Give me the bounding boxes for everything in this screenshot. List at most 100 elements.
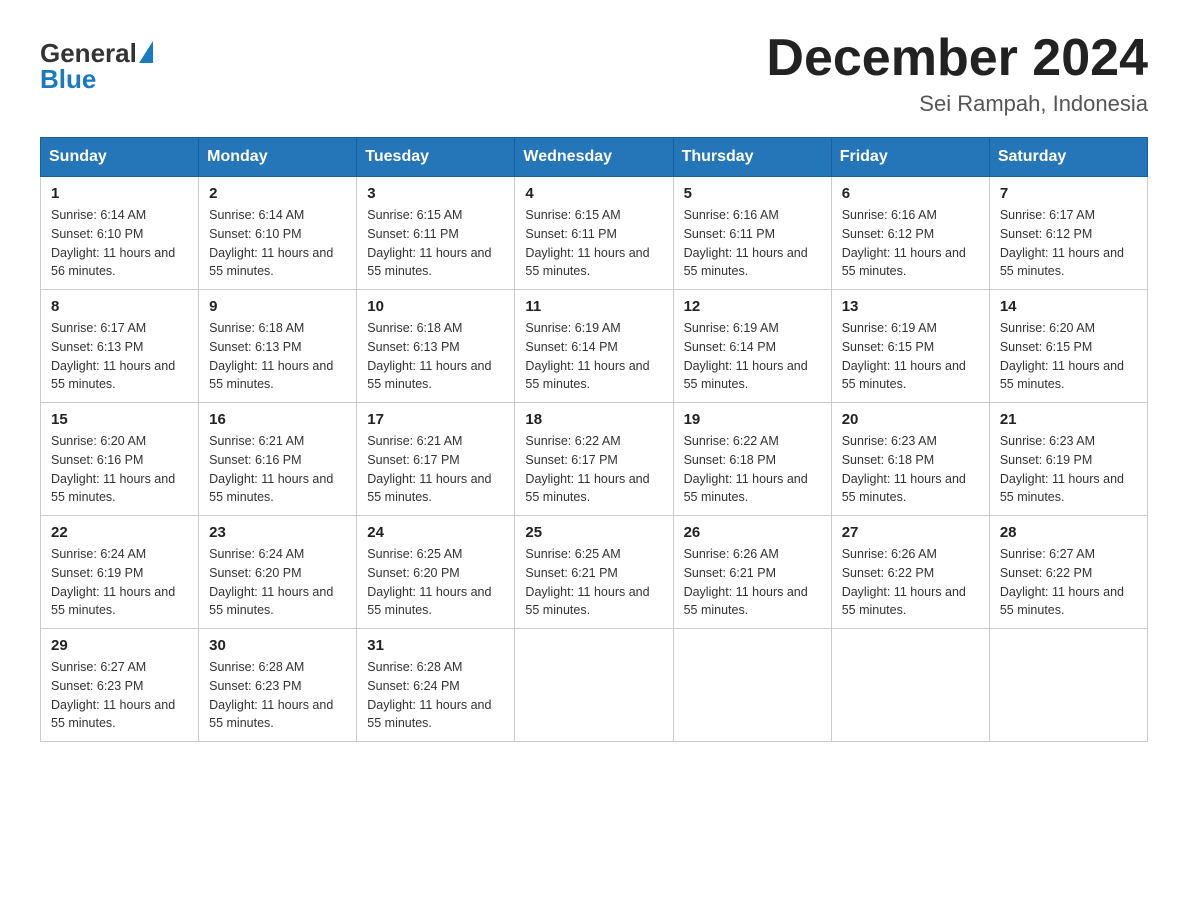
calendar-table: Sunday Monday Tuesday Wednesday Thursday…	[40, 137, 1148, 742]
day-number: 17	[367, 411, 504, 428]
day-info: Sunrise: 6:23 AMSunset: 6:18 PMDaylight:…	[842, 432, 979, 507]
header-monday: Monday	[199, 138, 357, 177]
day-number: 6	[842, 185, 979, 202]
calendar-cell: 28 Sunrise: 6:27 AMSunset: 6:22 PMDaylig…	[989, 516, 1147, 629]
weekday-header-row: Sunday Monday Tuesday Wednesday Thursday…	[41, 138, 1148, 177]
day-number: 10	[367, 298, 504, 315]
logo-blue-text: Blue	[40, 66, 153, 92]
logo: General Blue	[40, 40, 153, 92]
day-number: 5	[684, 185, 821, 202]
calendar-cell: 5 Sunrise: 6:16 AMSunset: 6:11 PMDayligh…	[673, 177, 831, 290]
calendar-cell: 11 Sunrise: 6:19 AMSunset: 6:14 PMDaylig…	[515, 290, 673, 403]
week-row-5: 29 Sunrise: 6:27 AMSunset: 6:23 PMDaylig…	[41, 629, 1148, 742]
day-info: Sunrise: 6:18 AMSunset: 6:13 PMDaylight:…	[367, 319, 504, 394]
page-header: General Blue December 2024 Sei Rampah, I…	[40, 30, 1148, 117]
logo-triangle-icon	[139, 41, 153, 63]
day-info: Sunrise: 6:28 AMSunset: 6:23 PMDaylight:…	[209, 658, 346, 733]
week-row-1: 1 Sunrise: 6:14 AMSunset: 6:10 PMDayligh…	[41, 177, 1148, 290]
calendar-cell: 16 Sunrise: 6:21 AMSunset: 6:16 PMDaylig…	[199, 403, 357, 516]
day-number: 16	[209, 411, 346, 428]
day-number: 19	[684, 411, 821, 428]
month-year-title: December 2024	[766, 30, 1148, 87]
day-info: Sunrise: 6:18 AMSunset: 6:13 PMDaylight:…	[209, 319, 346, 394]
calendar-cell: 26 Sunrise: 6:26 AMSunset: 6:21 PMDaylig…	[673, 516, 831, 629]
calendar-cell: 17 Sunrise: 6:21 AMSunset: 6:17 PMDaylig…	[357, 403, 515, 516]
calendar-cell: 10 Sunrise: 6:18 AMSunset: 6:13 PMDaylig…	[357, 290, 515, 403]
calendar-cell	[673, 629, 831, 742]
day-info: Sunrise: 6:27 AMSunset: 6:23 PMDaylight:…	[51, 658, 188, 733]
day-number: 2	[209, 185, 346, 202]
calendar-cell: 13 Sunrise: 6:19 AMSunset: 6:15 PMDaylig…	[831, 290, 989, 403]
calendar-cell: 3 Sunrise: 6:15 AMSunset: 6:11 PMDayligh…	[357, 177, 515, 290]
header-wednesday: Wednesday	[515, 138, 673, 177]
calendar-cell: 21 Sunrise: 6:23 AMSunset: 6:19 PMDaylig…	[989, 403, 1147, 516]
day-info: Sunrise: 6:21 AMSunset: 6:17 PMDaylight:…	[367, 432, 504, 507]
logo-general-text: General	[40, 40, 137, 66]
calendar-cell: 2 Sunrise: 6:14 AMSunset: 6:10 PMDayligh…	[199, 177, 357, 290]
week-row-2: 8 Sunrise: 6:17 AMSunset: 6:13 PMDayligh…	[41, 290, 1148, 403]
day-info: Sunrise: 6:14 AMSunset: 6:10 PMDaylight:…	[51, 206, 188, 281]
calendar-cell: 15 Sunrise: 6:20 AMSunset: 6:16 PMDaylig…	[41, 403, 199, 516]
calendar-cell	[515, 629, 673, 742]
day-info: Sunrise: 6:17 AMSunset: 6:12 PMDaylight:…	[1000, 206, 1137, 281]
day-info: Sunrise: 6:19 AMSunset: 6:14 PMDaylight:…	[525, 319, 662, 394]
calendar-cell: 18 Sunrise: 6:22 AMSunset: 6:17 PMDaylig…	[515, 403, 673, 516]
day-info: Sunrise: 6:26 AMSunset: 6:21 PMDaylight:…	[684, 545, 821, 620]
day-number: 26	[684, 524, 821, 541]
day-info: Sunrise: 6:25 AMSunset: 6:20 PMDaylight:…	[367, 545, 504, 620]
day-info: Sunrise: 6:17 AMSunset: 6:13 PMDaylight:…	[51, 319, 188, 394]
day-info: Sunrise: 6:22 AMSunset: 6:17 PMDaylight:…	[525, 432, 662, 507]
day-number: 30	[209, 637, 346, 654]
calendar-cell: 19 Sunrise: 6:22 AMSunset: 6:18 PMDaylig…	[673, 403, 831, 516]
calendar-cell: 30 Sunrise: 6:28 AMSunset: 6:23 PMDaylig…	[199, 629, 357, 742]
calendar-cell: 24 Sunrise: 6:25 AMSunset: 6:20 PMDaylig…	[357, 516, 515, 629]
day-info: Sunrise: 6:24 AMSunset: 6:19 PMDaylight:…	[51, 545, 188, 620]
day-number: 18	[525, 411, 662, 428]
calendar-cell: 23 Sunrise: 6:24 AMSunset: 6:20 PMDaylig…	[199, 516, 357, 629]
week-row-4: 22 Sunrise: 6:24 AMSunset: 6:19 PMDaylig…	[41, 516, 1148, 629]
day-number: 4	[525, 185, 662, 202]
day-number: 9	[209, 298, 346, 315]
day-info: Sunrise: 6:20 AMSunset: 6:16 PMDaylight:…	[51, 432, 188, 507]
day-info: Sunrise: 6:15 AMSunset: 6:11 PMDaylight:…	[367, 206, 504, 281]
day-info: Sunrise: 6:24 AMSunset: 6:20 PMDaylight:…	[209, 545, 346, 620]
header-friday: Friday	[831, 138, 989, 177]
calendar-cell: 25 Sunrise: 6:25 AMSunset: 6:21 PMDaylig…	[515, 516, 673, 629]
day-number: 23	[209, 524, 346, 541]
day-info: Sunrise: 6:19 AMSunset: 6:14 PMDaylight:…	[684, 319, 821, 394]
day-number: 14	[1000, 298, 1137, 315]
day-number: 25	[525, 524, 662, 541]
day-number: 28	[1000, 524, 1137, 541]
calendar-cell: 4 Sunrise: 6:15 AMSunset: 6:11 PMDayligh…	[515, 177, 673, 290]
calendar-cell: 12 Sunrise: 6:19 AMSunset: 6:14 PMDaylig…	[673, 290, 831, 403]
day-number: 24	[367, 524, 504, 541]
week-row-3: 15 Sunrise: 6:20 AMSunset: 6:16 PMDaylig…	[41, 403, 1148, 516]
calendar-cell: 20 Sunrise: 6:23 AMSunset: 6:18 PMDaylig…	[831, 403, 989, 516]
location-subtitle: Sei Rampah, Indonesia	[766, 91, 1148, 117]
day-info: Sunrise: 6:22 AMSunset: 6:18 PMDaylight:…	[684, 432, 821, 507]
day-number: 11	[525, 298, 662, 315]
day-info: Sunrise: 6:19 AMSunset: 6:15 PMDaylight:…	[842, 319, 979, 394]
calendar-cell: 8 Sunrise: 6:17 AMSunset: 6:13 PMDayligh…	[41, 290, 199, 403]
day-number: 21	[1000, 411, 1137, 428]
day-info: Sunrise: 6:26 AMSunset: 6:22 PMDaylight:…	[842, 545, 979, 620]
day-number: 31	[367, 637, 504, 654]
calendar-cell: 22 Sunrise: 6:24 AMSunset: 6:19 PMDaylig…	[41, 516, 199, 629]
calendar-cell: 27 Sunrise: 6:26 AMSunset: 6:22 PMDaylig…	[831, 516, 989, 629]
day-number: 8	[51, 298, 188, 315]
day-number: 15	[51, 411, 188, 428]
title-area: December 2024 Sei Rampah, Indonesia	[766, 30, 1148, 117]
calendar-cell: 7 Sunrise: 6:17 AMSunset: 6:12 PMDayligh…	[989, 177, 1147, 290]
day-number: 3	[367, 185, 504, 202]
day-info: Sunrise: 6:16 AMSunset: 6:11 PMDaylight:…	[684, 206, 821, 281]
day-info: Sunrise: 6:14 AMSunset: 6:10 PMDaylight:…	[209, 206, 346, 281]
header-saturday: Saturday	[989, 138, 1147, 177]
day-info: Sunrise: 6:21 AMSunset: 6:16 PMDaylight:…	[209, 432, 346, 507]
day-info: Sunrise: 6:25 AMSunset: 6:21 PMDaylight:…	[525, 545, 662, 620]
header-tuesday: Tuesday	[357, 138, 515, 177]
day-info: Sunrise: 6:15 AMSunset: 6:11 PMDaylight:…	[525, 206, 662, 281]
day-number: 22	[51, 524, 188, 541]
day-info: Sunrise: 6:20 AMSunset: 6:15 PMDaylight:…	[1000, 319, 1137, 394]
header-thursday: Thursday	[673, 138, 831, 177]
calendar-cell: 9 Sunrise: 6:18 AMSunset: 6:13 PMDayligh…	[199, 290, 357, 403]
